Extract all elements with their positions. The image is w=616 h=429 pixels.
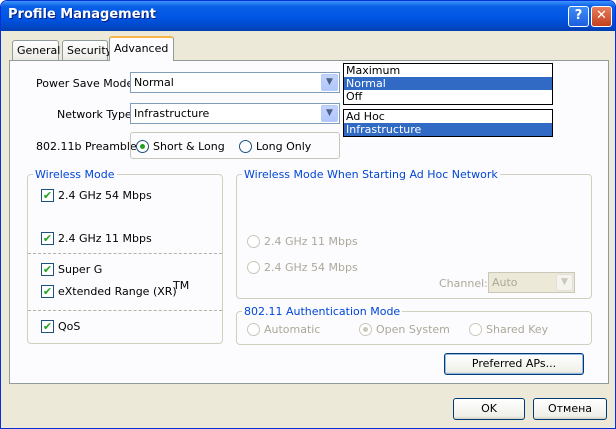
auth-mode-title: 802.11 Authentication Mode <box>242 305 403 318</box>
wm-11mbps-checkbox[interactable]: ✔ <box>41 232 54 245</box>
super-g-checkbox[interactable]: ✔ <box>41 263 54 276</box>
tab-label: General <box>17 44 61 57</box>
cancel-button[interactable]: Отмена <box>533 398 607 420</box>
channel-value: Auto <box>492 276 518 289</box>
trademark-label: TM <box>173 279 190 292</box>
preamble-label: 802.11b Preamble: <box>36 140 141 153</box>
network-type-select[interactable]: Infrastructure ▼ <box>130 103 340 124</box>
power-save-option-off[interactable]: Off <box>344 90 552 103</box>
wm-11mbps-label: 2.4 GHz 11 Mbps <box>58 232 152 245</box>
ok-button[interactable]: OK <box>453 398 525 420</box>
preferred-aps-button[interactable]: Preferred APs... <box>444 353 584 375</box>
network-type-label: Network Type: <box>57 108 136 121</box>
channel-label: Channel: <box>439 277 488 290</box>
wm-54mbps-checkbox[interactable]: ✔ <box>41 189 54 202</box>
tab-advanced[interactable]: Advanced <box>109 36 174 61</box>
adhoc-mode-title: Wireless Mode When Starting Ad Hoc Netwo… <box>242 168 500 181</box>
auth-shared-key-label: Shared Key <box>486 323 549 336</box>
divider <box>28 253 222 254</box>
power-save-value: Normal <box>134 76 174 89</box>
power-save-option-normal[interactable]: Normal <box>344 77 552 90</box>
channel-select[interactable]: Auto ▼ <box>488 272 575 293</box>
preamble-short-long-label: Short & Long <box>153 140 225 153</box>
tab-label: Security <box>67 44 113 57</box>
qos-checkbox[interactable]: ✔ <box>41 320 54 333</box>
auth-automatic-radio[interactable] <box>247 323 260 336</box>
chevron-down-icon[interactable]: ▼ <box>556 274 573 291</box>
adhoc-54mbps-radio[interactable] <box>247 261 260 274</box>
super-g-label: Super G <box>58 263 103 276</box>
auth-automatic-label: Automatic <box>264 323 321 336</box>
chevron-down-icon[interactable]: ▼ <box>321 74 338 91</box>
profile-management-window: Profile Management ? ✕ General Security … <box>0 0 616 429</box>
tab-label: Advanced <box>114 42 169 55</box>
help-icon: ? <box>574 8 583 23</box>
auth-shared-key-radio[interactable] <box>469 323 482 336</box>
title-bar: Profile Management ? ✕ <box>1 1 615 31</box>
network-type-dropdown-list: Ad Hoc Infrastructure <box>343 109 553 137</box>
tab-security[interactable]: Security <box>62 40 112 60</box>
preamble-long-only-label: Long Only <box>256 140 312 153</box>
window-title: Profile Management <box>8 7 156 22</box>
adhoc-11mbps-label: 2.4 GHz 11 Mbps <box>264 235 358 248</box>
network-type-value: Infrastructure <box>134 107 210 120</box>
divider <box>28 310 222 311</box>
help-button[interactable]: ? <box>568 6 589 27</box>
power-save-select[interactable]: Normal ▼ <box>130 72 340 93</box>
auth-open-system-radio[interactable] <box>359 323 372 336</box>
chevron-down-icon[interactable]: ▼ <box>321 105 338 122</box>
network-type-option-adhoc[interactable]: Ad Hoc <box>344 110 552 123</box>
xr-checkbox[interactable]: ✔ <box>41 285 54 298</box>
wm-54mbps-label: 2.4 GHz 54 Mbps <box>58 189 152 202</box>
preamble-short-long-radio[interactable] <box>136 140 149 153</box>
auth-open-system-label: Open System <box>376 323 450 336</box>
power-save-label: Power Save Mode: <box>36 77 137 90</box>
adhoc-54mbps-label: 2.4 GHz 54 Mbps <box>264 261 358 274</box>
xr-label: eXtended Range (XR) <box>58 285 177 298</box>
close-button[interactable]: ✕ <box>591 6 612 27</box>
close-icon: ✕ <box>596 8 607 23</box>
preamble-long-only-radio[interactable] <box>239 140 252 153</box>
network-type-option-infrastructure[interactable]: Infrastructure <box>344 123 552 136</box>
qos-label: QoS <box>58 320 81 333</box>
power-save-dropdown-list: Maximum Normal Off <box>343 63 553 105</box>
adhoc-11mbps-radio[interactable] <box>247 235 260 248</box>
wireless-mode-title: Wireless Mode <box>33 168 117 181</box>
tab-general[interactable]: General <box>12 40 61 60</box>
power-save-option-maximum[interactable]: Maximum <box>344 64 552 77</box>
